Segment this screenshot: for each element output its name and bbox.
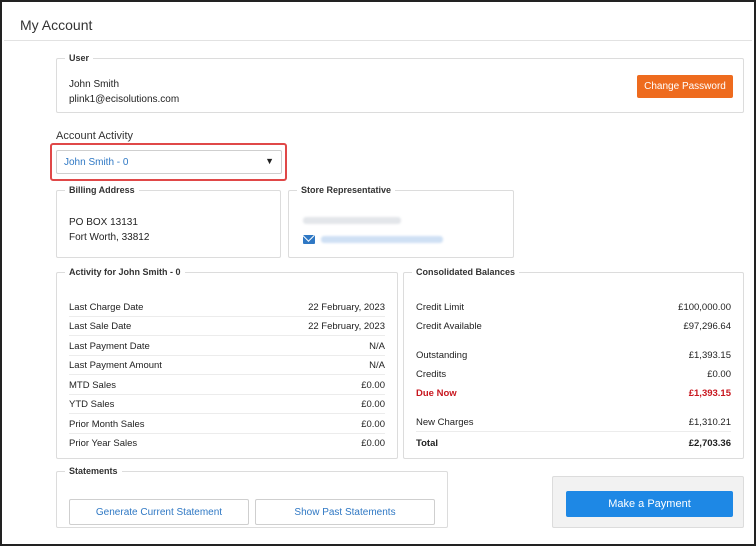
activity-row-label: YTD Sales (69, 398, 115, 410)
user-legend: User (69, 53, 90, 63)
activity-row-label: Last Sale Date (69, 320, 132, 332)
user-name: John Smith (69, 79, 120, 90)
balance-value: £1,393.15 (688, 388, 731, 399)
balance-label: Credit Limit (416, 302, 465, 313)
balance-label: Credits (416, 369, 447, 380)
balance-value: £2,703.36 (688, 438, 731, 449)
consolidated-balances-panel: Consolidated Balances Credit Limit £100,0… (403, 267, 744, 459)
activity-panel: Activity for John Smith - 0 Last Charge … (56, 267, 398, 459)
billing-address-lines: PO BOX 13131 Fort Worth, 33812 (69, 215, 149, 245)
title-divider (4, 40, 752, 41)
representative-email-redacted[interactable] (321, 236, 443, 243)
activity-row-value: N/A (369, 340, 385, 352)
balance-row-credits: Credits £0.00 (416, 365, 731, 384)
store-representative-legend: Store Representative (301, 185, 392, 195)
statements-panel: Statements Generate Current Statement Sh… (56, 466, 448, 528)
activity-legend: Activity for John Smith - 0 (69, 267, 181, 277)
payment-panel: Make a Payment (552, 476, 744, 528)
balance-value: £1,310.21 (688, 416, 731, 428)
balance-row-total: Total £2,703.36 (416, 434, 731, 453)
billing-line-2: Fort Worth, 33812 (69, 232, 150, 243)
balance-value: £1,393.15 (688, 350, 731, 361)
activity-row-value: N/A (369, 359, 385, 371)
user-panel: User John Smith plink1@ecisolutions.com … (56, 53, 744, 113)
balance-value: £97,296.64 (683, 321, 731, 332)
show-past-statements-button[interactable]: Show Past Statements (255, 499, 435, 525)
activity-row: Last Sale Date 22 February, 2023 (69, 317, 385, 336)
activity-row: Last Payment Amount N/A (69, 356, 385, 375)
page-title: My Account (20, 17, 93, 33)
activity-row: Prior Year Sales £0.00 (69, 434, 385, 453)
change-password-button[interactable]: Change Password (637, 75, 733, 98)
balance-label: Due Now (416, 388, 457, 399)
user-details: John Smith plink1@ecisolutions.com (69, 77, 179, 107)
consolidated-balances-legend: Consolidated Balances (416, 267, 516, 277)
activity-row-label: Last Charge Date (69, 301, 144, 313)
balance-value: £100,000.00 (678, 302, 731, 313)
activity-row: Last Charge Date 22 February, 2023 (69, 298, 385, 317)
representative-name-redacted (303, 217, 401, 224)
billing-address-legend: Billing Address (69, 185, 135, 195)
activity-row: Prior Month Sales £0.00 (69, 415, 385, 434)
activity-row: YTD Sales £0.00 (69, 395, 385, 414)
billing-line-1: PO BOX 13131 (69, 217, 138, 228)
user-email: plink1@ecisolutions.com (69, 94, 180, 105)
activity-row-value: £0.00 (361, 398, 385, 410)
activity-row-label: Last Payment Date (69, 340, 150, 352)
activity-row-value: £0.00 (361, 418, 385, 430)
generate-current-statement-button[interactable]: Generate Current Statement (69, 499, 249, 525)
mail-icon (303, 235, 315, 244)
activity-row-value: 22 February, 2023 (308, 320, 385, 332)
store-representative-panel: Store Representative (288, 185, 514, 258)
account-select-value: John Smith - 0 (64, 157, 129, 168)
balance-row-credit-available: Credit Available £97,296.64 (416, 317, 731, 336)
activity-row: Last Payment Date N/A (69, 337, 385, 356)
make-payment-button[interactable]: Make a Payment (566, 491, 733, 517)
balance-row-due-now: Due Now £1,393.15 (416, 384, 731, 403)
caret-down-icon: ▼ (265, 156, 274, 166)
activity-row: MTD Sales £0.00 (69, 376, 385, 395)
account-select[interactable]: John Smith - 0 ▼ (56, 150, 282, 174)
balance-label: Total (416, 438, 438, 449)
account-window: My Account User John Smith plink1@ecisol… (0, 0, 756, 546)
balance-value: £0.00 (707, 369, 731, 380)
activity-row-value: £0.00 (361, 438, 385, 449)
activity-row-label: Prior Month Sales (69, 418, 145, 430)
balance-row-outstanding: Outstanding £1,393.15 (416, 346, 731, 365)
balance-label: Outstanding (416, 350, 468, 361)
activity-row-value: £0.00 (361, 379, 385, 391)
billing-address-panel: Billing Address PO BOX 13131 Fort Worth,… (56, 185, 281, 258)
balance-label: New Charges (416, 416, 474, 428)
activity-row-label: Last Payment Amount (69, 359, 162, 371)
statements-legend: Statements (69, 466, 118, 476)
account-activity-label: Account Activity (56, 130, 134, 142)
balance-row-credit-limit: Credit Limit £100,000.00 (416, 298, 731, 317)
activity-row-label: Prior Year Sales (69, 438, 138, 449)
activity-row-label: MTD Sales (69, 379, 116, 391)
balance-label: Credit Available (416, 321, 482, 332)
activity-row-value: 22 February, 2023 (308, 301, 385, 313)
balance-row-new-charges: New Charges £1,310.21 (416, 413, 731, 432)
